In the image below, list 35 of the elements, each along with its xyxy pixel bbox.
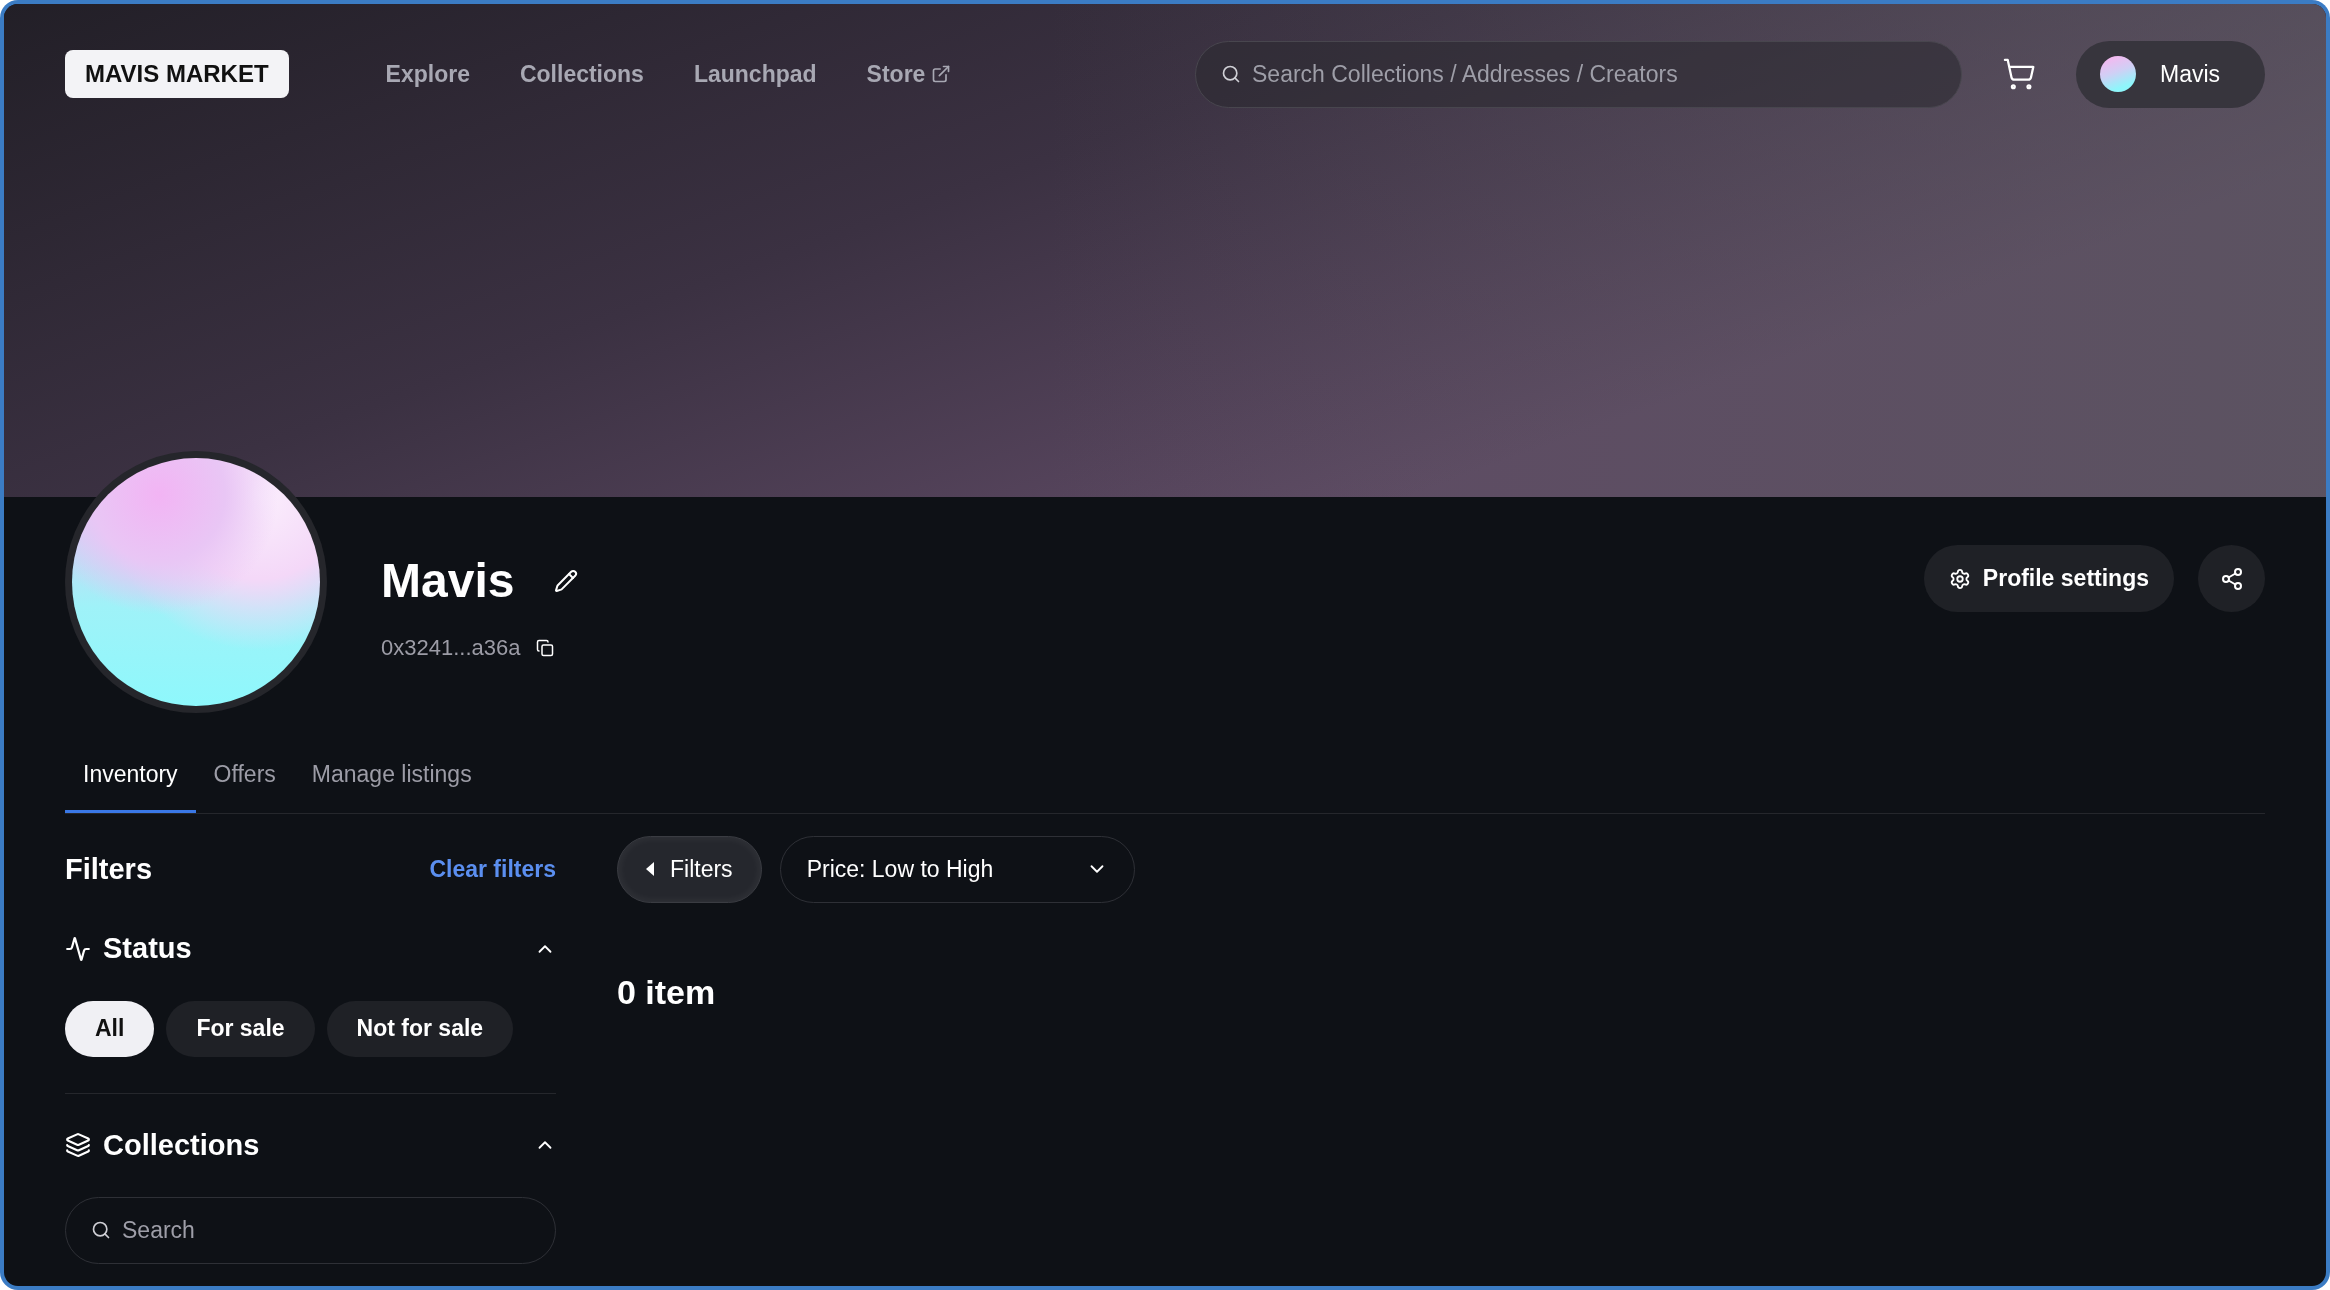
external-link-icon [931,64,952,84]
item-count: 0 item [617,971,717,1013]
cart-icon[interactable] [2002,57,2036,91]
profile-tab[interactable]: Inventory [65,751,196,813]
search-field[interactable]: Search Collections / Addresses / Creators [1195,40,1962,108]
profile-tab[interactable]: Manage listings [293,751,490,813]
edit-icon[interactable] [554,569,579,593]
user-menu-button[interactable]: Mavis [2076,40,2265,108]
logo[interactable]: MAVIS MARKET [65,50,289,98]
filters-title: Filters [65,851,153,887]
profile-name: Mavis [381,553,515,609]
status-chip[interactable]: Not for sale [326,1000,514,1057]
avatar-icon [2100,56,2136,92]
collection-search-field[interactable]: Search [65,1197,556,1264]
profile-tab[interactable]: Offers [195,751,294,813]
share-icon [2219,566,2244,591]
filters-toggle-button[interactable]: Filters [617,835,762,903]
status-chip[interactable]: All [65,1000,155,1057]
search-icon [91,1220,111,1240]
status-chip[interactable]: For sale [166,1000,315,1057]
layers-icon [65,1132,91,1159]
nav-link[interactable]: Explore [385,56,470,92]
copy-icon[interactable] [536,638,555,657]
profile-settings-button[interactable]: Profile settings [1923,545,2174,612]
filter-section-title: Status [103,931,192,966]
filter-section-title: Collections [103,1127,260,1163]
search-icon [1221,63,1241,84]
wallet-address: 0x3241...a36a [381,634,521,662]
activity-icon [65,935,91,962]
caret-icon [646,862,654,876]
nav-link[interactable]: Collections [519,56,644,92]
settings-icon [1948,567,1971,590]
nav-link[interactable]: Store [866,56,952,92]
nav-link[interactable]: Launchpad [693,56,817,92]
clear-filters-link[interactable]: Clear filters [429,852,556,887]
